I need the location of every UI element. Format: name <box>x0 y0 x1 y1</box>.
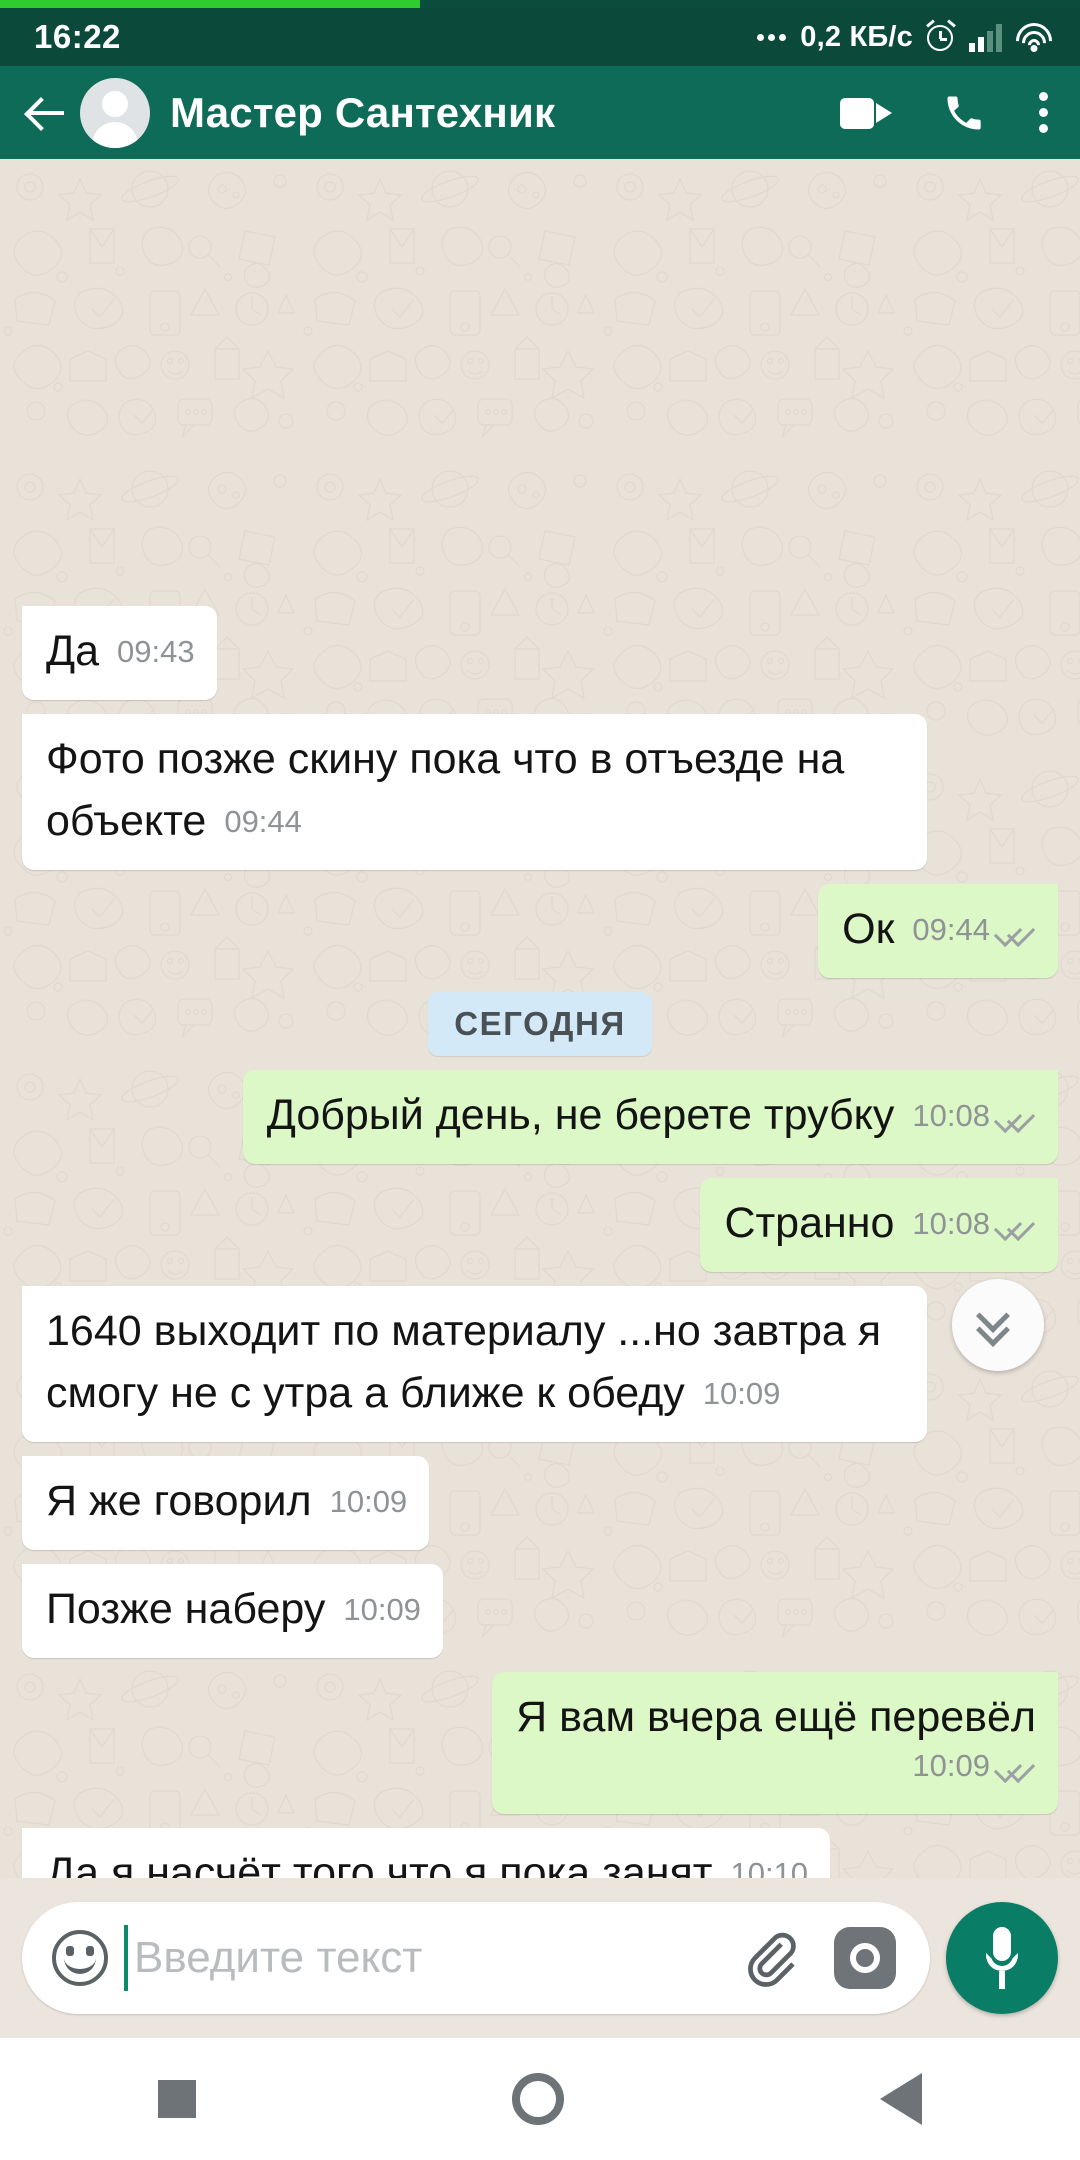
read-receipt-ticks-icon <box>998 1754 1036 1778</box>
message-row: 1640 выходит по материалу ...но завтра я… <box>22 1286 1058 1442</box>
message-timestamp: 10:08 <box>912 1206 990 1241</box>
text-cursor <box>124 1925 128 1991</box>
incoming-message-bubble[interactable]: Позже наберу 10:09 <box>22 1564 443 1658</box>
outgoing-message-bubble[interactable]: Ок 09:44 <box>818 884 1058 978</box>
message-timestamp: 10:09 <box>329 1484 408 1519</box>
message-text: Ок <box>842 905 895 953</box>
message-text: Странно <box>724 1199 895 1247</box>
signal-bars-icon <box>969 22 1002 52</box>
date-divider-chip: СЕГОДНЯ <box>428 992 652 1056</box>
message-meta: 10:08 <box>912 1085 1036 1147</box>
status-clock: 16:22 <box>34 18 121 55</box>
incoming-message-bubble[interactable]: Да я насчёт того что я пока занят 10:10 <box>22 1828 831 1878</box>
voice-record-button[interactable] <box>946 1902 1058 2014</box>
message-text: Фото позже скину пока что в отъезде на о… <box>46 735 857 845</box>
read-receipt-ticks-icon <box>998 918 1036 942</box>
date-divider-row: СЕГОДНЯ <box>22 992 1058 1056</box>
network-speed-label: 0,2 КБ/с <box>800 20 913 53</box>
message-text: Я вам вчера ещё перевёл <box>516 1693 1036 1741</box>
message-timestamp: 10:10 <box>730 1856 809 1878</box>
message-row: Странно 10:08 <box>22 1178 1058 1272</box>
recents-square-icon[interactable] <box>158 2080 196 2118</box>
message-text: Добрый день, не берете трубку <box>266 1091 895 1139</box>
home-circle-icon[interactable] <box>512 2073 564 2125</box>
message-timestamp: 10:09 <box>343 1592 421 1627</box>
message-row: Я же говорил 10:09 <box>22 1456 1058 1550</box>
progress-fill <box>0 0 420 8</box>
message-row: Ок 09:44 <box>22 884 1058 978</box>
chat-app-bar: Мастер Сантехник <box>0 66 1080 159</box>
message-timestamp: 10:09 <box>912 1748 990 1783</box>
message-row: Да я насчёт того что я пока занят 10:10 <box>22 1828 1058 1878</box>
message-meta: 10:09 <box>703 1363 781 1425</box>
message-meta: 10:09 <box>330 1471 408 1533</box>
message-meta: 10:08 <box>912 1193 1036 1255</box>
outgoing-message-bubble[interactable]: Добрый день, не берете трубку 10:08 <box>242 1070 1058 1164</box>
avatar[interactable] <box>80 77 150 148</box>
message-meta: 10:09 <box>516 1735 1036 1797</box>
chat-message-list[interactable]: Да 09:43 Фото позже скину пока что в отъез… <box>0 159 1080 1878</box>
status-bar: 16:22 0,2 КБ/с <box>0 8 1080 67</box>
system-navigation-bar <box>0 2038 1080 2160</box>
message-text: Я же говорил <box>46 1477 312 1525</box>
message-meta: 10:09 <box>343 1579 421 1641</box>
status-icons: 0,2 КБ/с <box>757 15 1060 67</box>
emoji-icon[interactable] <box>52 1930 108 1986</box>
overflow-menu-icon[interactable] <box>1036 92 1050 133</box>
incoming-message-bubble[interactable]: Я же говорил 10:09 <box>22 1456 430 1550</box>
messages-container: Да 09:43 Фото позже скину пока что в отъез… <box>0 606 1080 1878</box>
message-meta: 09:44 <box>224 791 302 853</box>
back-triangle-icon[interactable] <box>880 2073 922 2125</box>
message-text: Да я насчёт того что я пока занят <box>46 1849 713 1878</box>
message-timestamp: 10:09 <box>702 1376 781 1411</box>
message-meta: 10:10 <box>730 1843 808 1878</box>
message-text: Позже наберу <box>46 1585 326 1633</box>
message-row: Я вам вчера ещё перевёл 10:09 <box>22 1672 1058 1814</box>
top-progress-strip <box>0 0 1080 8</box>
message-timestamp: 09:44 <box>224 804 302 839</box>
back-arrow-icon[interactable] <box>18 85 74 141</box>
attach-clip-icon[interactable] <box>740 1928 800 1988</box>
message-meta: 09:43 <box>117 621 195 683</box>
double-chevron-down-icon <box>976 1299 1019 1347</box>
read-receipt-ticks-icon <box>998 1212 1036 1236</box>
message-row: Позже наберу 10:09 <box>22 1564 1058 1658</box>
video-call-icon[interactable] <box>840 94 892 132</box>
message-timestamp: 09:43 <box>117 634 195 669</box>
message-composer: Введите текст <box>0 1878 1080 2038</box>
outgoing-message-bubble[interactable]: Я вам вчера ещё перевёл 10:09 <box>492 1672 1058 1814</box>
message-input-pill[interactable]: Введите текст <box>22 1902 930 2014</box>
message-row: Фото позже скину пока что в отъезде на о… <box>22 714 1058 870</box>
message-row: Да 09:43 <box>22 606 1058 700</box>
scroll-to-bottom-button[interactable] <box>952 1279 1044 1371</box>
incoming-message-bubble[interactable]: Фото позже скину пока что в отъезде на о… <box>22 714 927 870</box>
incoming-message-bubble[interactable]: Да 09:43 <box>22 606 217 700</box>
outgoing-message-bubble[interactable]: Странно 10:08 <box>700 1178 1058 1272</box>
alarm-clock-icon <box>925 19 957 53</box>
app-bar-actions <box>840 91 1050 135</box>
message-input-placeholder[interactable]: Введите текст <box>134 1933 740 1983</box>
wifi-icon <box>1008 15 1060 67</box>
page-title[interactable]: Мастер Сантехник <box>170 89 840 137</box>
phone-call-icon[interactable] <box>942 91 986 135</box>
message-row: Добрый день, не берете трубку 10:08 <box>22 1070 1058 1164</box>
message-timestamp: 10:08 <box>912 1098 990 1133</box>
camera-icon[interactable] <box>834 1927 896 1989</box>
microphone-icon <box>984 1927 1020 1989</box>
message-meta: 09:44 <box>912 899 1036 961</box>
incoming-message-bubble[interactable]: 1640 выходит по материалу ...но завтра я… <box>22 1286 927 1442</box>
data-dots-icon <box>757 33 787 41</box>
message-timestamp: 09:44 <box>912 912 990 947</box>
read-receipt-ticks-icon <box>998 1104 1036 1128</box>
message-text: Да <box>46 627 100 675</box>
